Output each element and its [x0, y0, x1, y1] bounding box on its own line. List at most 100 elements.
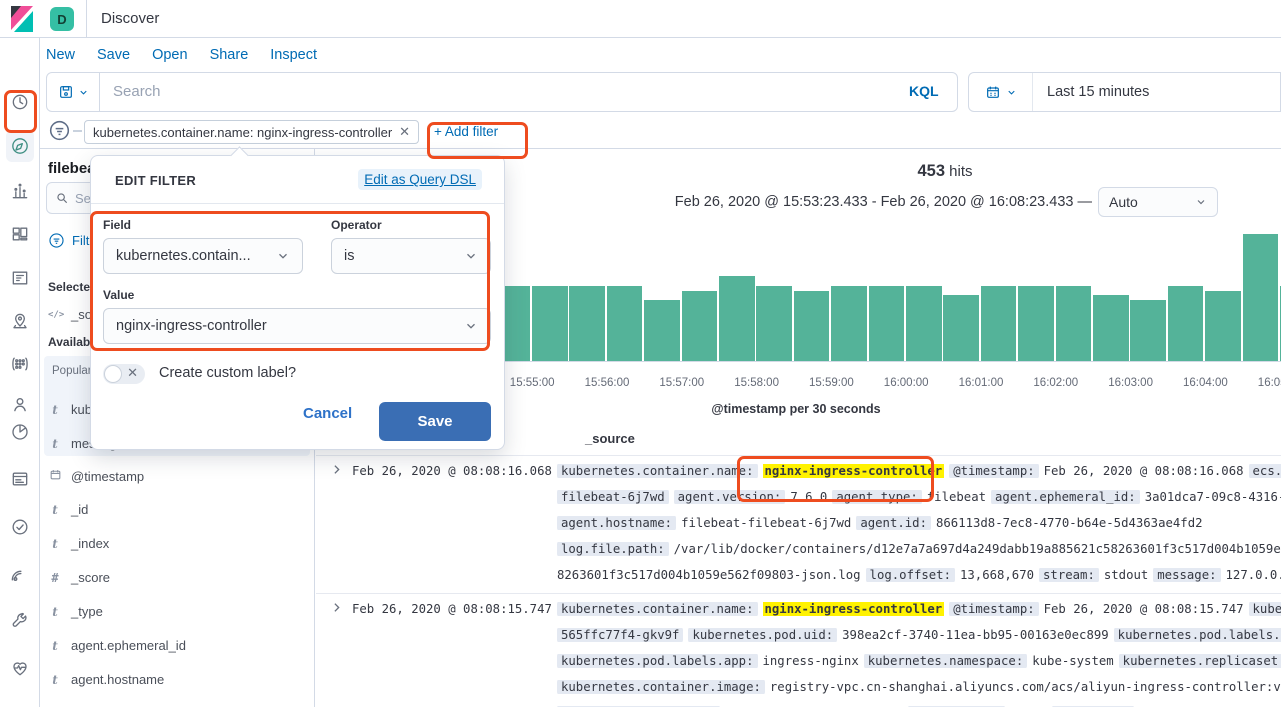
- histogram-bar[interactable]: [831, 285, 867, 361]
- field-name: _index: [71, 536, 110, 551]
- expand-row-icon[interactable]: [330, 463, 343, 481]
- histogram-bar[interactable]: [1130, 299, 1166, 361]
- canvas-icon[interactable]: [8, 266, 32, 290]
- x-axis-tick: 15:59:00: [809, 377, 854, 389]
- query-language-button[interactable]: KQL: [909, 83, 939, 99]
- histogram-bar[interactable]: [532, 285, 568, 361]
- menu-item-share[interactable]: Share: [210, 47, 249, 63]
- field-item[interactable]: t _index: [48, 536, 109, 551]
- graph-user-icon[interactable]: [8, 392, 32, 416]
- field-item[interactable]: t _id: [48, 502, 88, 517]
- saved-query-menu[interactable]: [47, 73, 100, 111]
- field-type-icon: t: [52, 402, 58, 417]
- menu-item-save[interactable]: Save: [97, 47, 130, 63]
- histogram-bar[interactable]: [644, 299, 680, 361]
- histogram-bar[interactable]: [681, 290, 718, 361]
- field-value: 13,668,670: [959, 568, 1035, 582]
- histogram-bar[interactable]: [719, 276, 755, 361]
- menu-item-inspect[interactable]: Inspect: [270, 47, 317, 63]
- cancel-button[interactable]: Cancel: [303, 405, 352, 422]
- source-column-header[interactable]: _source: [585, 431, 635, 446]
- field-name-badge: kubernetes.container.name:: [557, 464, 758, 478]
- maps-pin-icon[interactable]: [8, 309, 32, 333]
- menu-item-new[interactable]: New: [46, 47, 75, 63]
- save-button[interactable]: Save: [379, 402, 491, 441]
- field-type-icon: t: [52, 502, 58, 517]
- space-badge[interactable]: D: [50, 7, 74, 31]
- histogram-bar[interactable]: [606, 285, 643, 361]
- field-type-icon: t: [52, 672, 58, 687]
- date-picker[interactable]: Last 15 minutes: [968, 72, 1281, 112]
- calendar-icon: [986, 86, 999, 98]
- search-input[interactable]: Search: [113, 83, 161, 100]
- field-item[interactable]: t agent.ephemeral_id: [48, 638, 186, 653]
- devtools-wrench-icon[interactable]: [8, 609, 32, 633]
- time-range-label[interactable]: Last 15 minutes: [1033, 84, 1149, 100]
- metrics-pie-icon[interactable]: [8, 420, 32, 444]
- highlighted-value: nginx-ingress-controller: [762, 464, 945, 478]
- filter-pill[interactable]: kubernetes.container.name: nginx-ingress…: [84, 120, 420, 144]
- doc-source-line: kubernetes.container.name: nginx-ingress-…: [557, 464, 1281, 478]
- expand-row-icon[interactable]: [330, 601, 343, 619]
- field-value: filebeat-filebeat-6j7wd: [681, 516, 852, 530]
- histogram-bar[interactable]: [906, 285, 942, 361]
- query-bar[interactable]: Search KQL: [46, 72, 958, 112]
- monitoring-heartbeat-icon[interactable]: [8, 656, 32, 680]
- field-name-badge: kubernetes.container.image:: [557, 680, 765, 694]
- apm-signal-icon[interactable]: [8, 562, 32, 586]
- chevron-down-icon: [467, 253, 475, 259]
- discover-compass-icon[interactable]: [8, 134, 32, 158]
- histogram-bar[interactable]: [1093, 295, 1129, 361]
- field-type-icon: t: [52, 536, 58, 551]
- histogram-bar[interactable]: [569, 285, 605, 361]
- field-name-badge: filebeat-6j7wd: [557, 490, 669, 504]
- field-name-badge: message:: [1153, 568, 1221, 582]
- filter-icon: [49, 233, 64, 248]
- edit-as-query-dsl-link[interactable]: Edit as Query DSL: [358, 169, 482, 190]
- chevron-down-icon: [467, 323, 475, 329]
- histogram-bar[interactable]: [868, 285, 905, 361]
- histogram-bar[interactable]: [793, 290, 830, 361]
- field-name-badge: kubernetes.replicaset.nam: [1118, 654, 1281, 668]
- menu-item-open[interactable]: Open: [152, 47, 187, 63]
- histogram-bar[interactable]: [943, 295, 979, 361]
- field-name-badge: kubernet: [1248, 602, 1281, 616]
- histogram-bar[interactable]: [1055, 285, 1092, 361]
- chevron-down-icon: [1007, 90, 1015, 95]
- popover-title: EDIT FILTER: [115, 173, 197, 188]
- date-picker-menu[interactable]: [969, 73, 1033, 111]
- visualize-chart-icon[interactable]: [8, 179, 32, 203]
- histogram-bar[interactable]: [1205, 290, 1241, 361]
- histogram-bar[interactable]: [1242, 234, 1279, 361]
- histogram-bar[interactable]: [1167, 285, 1204, 361]
- field-item[interactable]: # _score: [48, 570, 110, 585]
- add-filter-button[interactable]: + Add filter: [434, 124, 498, 139]
- field-type-icon: #: [51, 570, 59, 585]
- x-axis-tick: 16:01:00: [958, 377, 1004, 389]
- operator-select[interactable]: is: [331, 238, 491, 274]
- custom-label-toggle[interactable]: ✕: [103, 364, 145, 384]
- filter-options-icon[interactable]: [48, 119, 71, 147]
- dashboard-icon[interactable]: [8, 222, 32, 246]
- kibana-logo-icon[interactable]: [8, 4, 36, 39]
- uptime-check-icon[interactable]: [8, 515, 32, 539]
- machine-learning-icon[interactable]: [8, 352, 32, 376]
- histogram-bar[interactable]: [756, 285, 792, 361]
- app-nav-rail: [0, 38, 40, 707]
- x-axis-tick: 15:58:00: [734, 377, 779, 389]
- histogram-bar[interactable]: [1018, 285, 1054, 361]
- remove-filter-icon[interactable]: ✕: [399, 124, 410, 140]
- field-item[interactable]: t agent.hostname: [48, 672, 164, 687]
- field-value: Feb 26, 2020 @ 08:08:16.068: [1043, 464, 1244, 478]
- doc-source-line: kubernetes.pod.labels.app: ingress-nginx k…: [557, 654, 1281, 668]
- recent-clock-icon[interactable]: [8, 90, 32, 114]
- logs-window-icon[interactable]: [8, 467, 32, 491]
- histogram-bar[interactable]: [980, 285, 1017, 361]
- field-select[interactable]: kubernetes.contain...: [103, 238, 303, 274]
- field-name-badge: agent.id:: [856, 516, 931, 530]
- interval-select[interactable]: Auto: [1098, 187, 1218, 217]
- value-select[interactable]: nginx-ingress-controller: [103, 308, 491, 344]
- field-item[interactable]: @timestamp: [48, 468, 144, 484]
- field-select-value: kubernetes.contain...: [116, 248, 251, 264]
- field-item[interactable]: t _type: [48, 604, 103, 619]
